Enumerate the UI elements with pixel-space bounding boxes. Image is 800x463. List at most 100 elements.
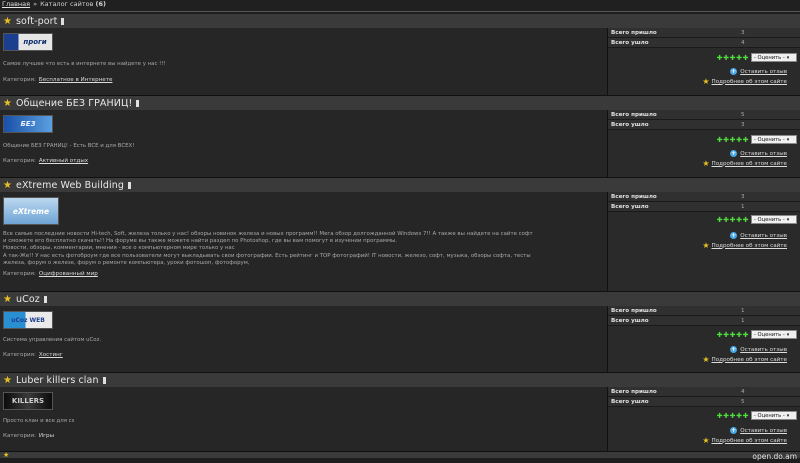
rate-select[interactable]: - Оценить - ▾ [751, 53, 797, 62]
category-label: Категория: [3, 77, 36, 84]
total-in-value: 5 [741, 111, 745, 118]
leave-review-link[interactable]: Оставить отзыв [740, 151, 787, 157]
total-out-label: Всего ушло [611, 121, 649, 128]
star-icon: ★ [3, 452, 10, 458]
breadcrumb-home-link[interactable]: Главная [2, 0, 30, 8]
site-banner[interactable]: БЕЗ [3, 115, 53, 133]
add-review-icon: + [730, 232, 738, 239]
details-link-row[interactable]: ★ Подробнее об этом сайте [702, 356, 787, 364]
breadcrumb-count: (6) [95, 0, 106, 8]
category-line: Категория: Хостинг [3, 352, 604, 358]
review-link-row[interactable]: + Оставить отзыв [730, 427, 787, 434]
rating-plus-icon: ✚ [716, 53, 723, 62]
leave-review-link[interactable]: Оставить отзыв [740, 69, 787, 75]
more-info-link[interactable]: Подробнее об этом сайте [712, 438, 787, 444]
rating-plus-icon: ✚ [716, 330, 723, 339]
star-icon: ★ [3, 293, 12, 305]
star-icon: ★ [3, 15, 12, 27]
more-info-link[interactable]: Подробнее об этом сайте [712, 357, 787, 363]
site-banner[interactable]: eXtreme [3, 197, 59, 225]
rating-plus-icon: ✚ [729, 215, 736, 224]
site-entry: ★ eXtreme Web Building eXtreme Все самые… [0, 178, 800, 292]
rating-stars: ✚ ✚ ✚ ✚ ✚ [716, 411, 750, 420]
site-title[interactable]: eXtreme Web Building [16, 180, 124, 191]
site-banner[interactable]: KILLERS [3, 392, 53, 410]
review-link-row[interactable]: + Оставить отзыв [730, 346, 787, 353]
rate-select[interactable]: - Оценить - ▾ [751, 411, 797, 420]
total-in-label: Всего пришло [611, 111, 657, 118]
total-out-label: Всего ушло [611, 398, 649, 405]
rating-plus-icon: ✚ [723, 53, 729, 62]
site-description: Система управления сайтом uCoz. [3, 337, 102, 343]
leave-review-link[interactable]: Оставить отзыв [740, 233, 787, 239]
site-banner[interactable]: uCoz WEB [3, 311, 53, 329]
category-line: Категория: Бесплатное в Интернете [3, 77, 604, 83]
site-title[interactable]: soft-port [16, 16, 57, 27]
total-in-value: 1 [741, 307, 745, 314]
leave-review-link[interactable]: Оставить отзыв [740, 428, 787, 434]
star-icon: ★ [702, 436, 710, 445]
rating-plus-icon: ✚ [736, 330, 742, 339]
rating-stars: ✚ ✚ ✚ ✚ ✚ [716, 53, 750, 62]
site-description: Все самые последние новости Hi-tech, Sof… [3, 231, 533, 266]
category-label: Категория: [3, 433, 36, 440]
site-title[interactable]: uCoz [16, 294, 40, 305]
site-header: ★ eXtreme Web Building [0, 178, 800, 192]
rate-select[interactable]: - Оценить - ▾ [751, 330, 797, 339]
total-in-label: Всего пришло [611, 307, 657, 314]
rating-plus-icon: ✚ [742, 135, 749, 144]
add-review-icon: + [730, 346, 738, 353]
site-title[interactable]: Общение БЕЗ ГРАНИЦ! [16, 98, 132, 109]
add-review-icon: + [730, 68, 738, 75]
rating-row: ✚ ✚ ✚ ✚ ✚ - Оценить - ▾ [716, 53, 797, 62]
rating-plus-icon: ✚ [723, 330, 729, 339]
site-catalog: ★ soft-port проги Самое лучшее что есть … [0, 14, 800, 458]
rating-plus-icon: ✚ [729, 135, 736, 144]
star-icon: ★ [3, 97, 12, 109]
category-label: Категория: [3, 352, 36, 359]
rating-plus-icon: ✚ [716, 411, 723, 420]
entry-flag-icon [61, 17, 65, 25]
rate-select-label: - Оценить - [754, 136, 785, 143]
more-info-link[interactable]: Подробнее об этом сайте [712, 243, 787, 249]
category-link[interactable]: Активный отдых [39, 158, 88, 164]
site-stats: Всего пришло 3 Всего ушло 4 [608, 28, 800, 48]
site-stats: Всего пришло 5 Всего ушло 3 [608, 110, 800, 130]
rating-row: ✚ ✚ ✚ ✚ ✚ - Оценить - ▾ [716, 330, 797, 339]
details-link-row[interactable]: ★ Подробнее об этом сайте [702, 242, 787, 250]
details-link-row[interactable]: ★ Подробнее об этом сайте [702, 159, 787, 168]
rate-select[interactable]: - Оценить - ▾ [751, 215, 797, 224]
review-link-row[interactable]: + Оставить отзыв [730, 68, 787, 75]
star-icon: ★ [702, 159, 710, 168]
category-link[interactable]: Хостинг [39, 352, 63, 358]
entry-flag-icon [43, 295, 47, 303]
category-line: Категория: Оцифрованный мир [3, 271, 604, 277]
banner-text: uCoz WEB [11, 316, 45, 324]
rate-select[interactable]: - Оценить - ▾ [751, 135, 797, 144]
banner-text: БЕЗ [20, 120, 36, 128]
banner-text: проги [23, 38, 47, 46]
total-out-label: Всего ушло [611, 39, 649, 46]
review-link-row[interactable]: + Оставить отзыв [730, 232, 787, 239]
more-info-link[interactable]: Подробнее об этом сайте [712, 79, 787, 85]
more-info-link[interactable]: Подробнее об этом сайте [712, 161, 787, 167]
chevron-down-icon: ▾ [786, 412, 790, 419]
total-out-label: Всего ушло [611, 203, 649, 210]
total-out-value: 1 [741, 203, 745, 210]
leave-review-link[interactable]: Оставить отзыв [740, 347, 787, 353]
review-link-row[interactable]: + Оставить отзыв [730, 150, 787, 157]
add-review-icon: + [730, 427, 738, 434]
category-line: Категория: Игры [3, 433, 604, 439]
site-banner[interactable]: проги [3, 33, 53, 51]
site-header: ★ soft-port [0, 14, 800, 28]
category-link[interactable]: Оцифрованный мир [39, 271, 98, 277]
rating-plus-icon: ✚ [742, 411, 749, 420]
category-link[interactable]: Игры [39, 433, 54, 439]
chevron-down-icon: ▾ [786, 216, 790, 223]
category-link[interactable]: Бесплатное в Интернете [39, 77, 113, 83]
details-link-row[interactable]: ★ Подробнее об этом сайте [702, 436, 787, 445]
site-title[interactable]: Luber killers clan [16, 375, 99, 386]
total-out-value: 1 [741, 317, 745, 324]
rating-plus-icon: ✚ [736, 411, 742, 420]
details-link-row[interactable]: ★ Подробнее об этом сайте [702, 78, 787, 86]
